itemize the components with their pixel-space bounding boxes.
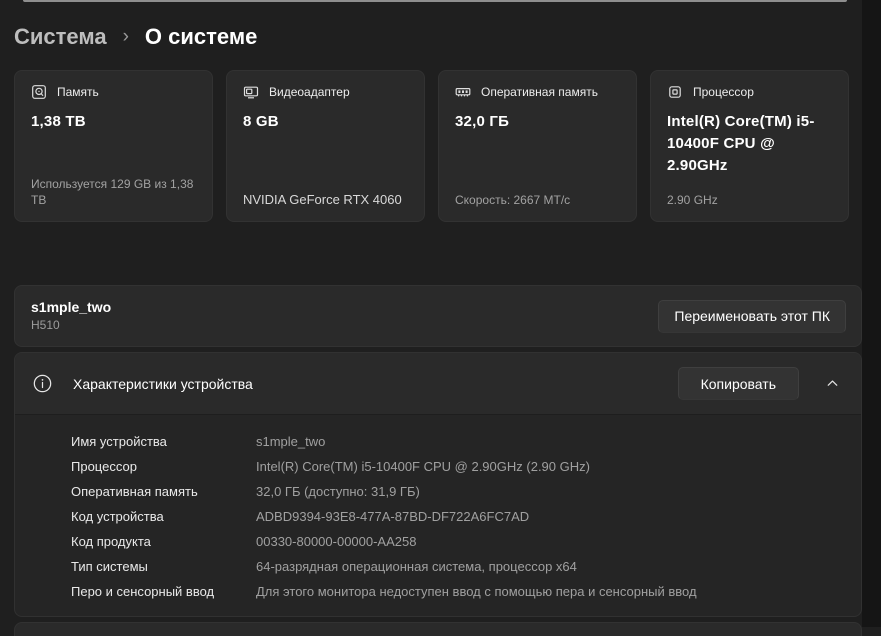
spec-label: Имя устройства [71,434,167,449]
card-storage-header: Память [31,84,196,100]
spec-value: Intel(R) Core(TM) i5-10400F CPU @ 2.90GH… [256,459,590,474]
breadcrumb-system[interactable]: Система [14,24,107,50]
card-ram: Оперативная память 32,0 ГБ Скорость: 266… [438,70,637,222]
table-row: Перо и сенсорный ввод Для этого монитора… [71,579,845,604]
info-icon [33,374,52,393]
card-ram-detail: Скорость: 2667 МТ/с [455,193,571,207]
device-specs-header[interactable]: Характеристики устройства Копировать [15,353,861,414]
card-gpu-header: Видеоадаптер [243,84,408,100]
card-storage-title: Память [57,85,99,99]
table-row: Код продукта 00330-80000-00000-AA258 [71,529,845,554]
device-identity: s1mple_two H510 [31,299,111,333]
device-name-card: s1mple_two H510 Переименовать этот ПК [14,285,862,347]
device-specs-table: Имя устройства s1mple_two Процессор Inte… [15,414,861,616]
cpu-icon [667,84,683,100]
card-gpu-title: Видеоадаптер [269,85,350,99]
spec-value: ADBD9394-93E8-477A-87BD-DF722A6FC7AD [256,509,530,524]
table-row: Оперативная память 32,0 ГБ (доступно: 31… [71,479,845,504]
card-ram-header: Оперативная память [455,84,620,100]
spec-value: Для этого монитора недоступен ввод с пом… [256,584,697,599]
card-storage: Память 1,38 TB Используется 129 GB из 1,… [14,70,213,222]
scrollbar-gutter [862,0,881,627]
spec-value: 00330-80000-00000-AA258 [256,534,417,549]
spec-label: Тип системы [71,559,148,574]
device-specs-title: Характеристики устройства [73,375,253,392]
card-cpu-value: Intel(R) Core(TM) i5-10400F CPU @ 2.90GH… [667,113,815,174]
rename-pc-button[interactable]: Переименовать этот ПК [658,299,846,333]
card-cpu-header: Процессор [667,84,832,100]
chevron-right-icon: › [122,26,129,47]
ram-icon [455,84,471,100]
card-cpu-title: Процессор [693,85,754,99]
table-row: Имя устройства s1mple_two [71,429,845,454]
chevron-up-icon [825,376,840,391]
breadcrumb: Система › О системе [14,0,862,52]
card-cpu: Процессор Intel(R) Core(TM) i5-10400F CP… [650,70,849,222]
spec-label: Код устройства [71,509,164,524]
collapse-expander-button[interactable] [820,372,844,396]
spec-value: 32,0 ГБ (доступно: 31,9 ГБ) [256,484,420,499]
about-system-page: Система › О системе Память 1,38 TB Испол… [14,0,862,636]
spec-label: Перо и сенсорный ввод [71,584,215,599]
table-row: Процессор Intel(R) Core(TM) i5-10400F CP… [71,454,845,479]
device-specs-expander: Характеристики устройства Копировать Имя… [14,352,862,617]
table-row: Тип системы 64-разрядная операционная си… [71,554,845,579]
spec-label: Код продукта [71,534,151,549]
card-ram-value: 32,0 ГБ [455,113,510,130]
spec-label: Процессор [71,459,137,474]
spec-value: s1mple_two [256,434,326,449]
device-name: s1mple_two [31,299,112,315]
copy-button[interactable]: Копировать [677,367,799,400]
card-cpu-detail: 2.90 GHz [667,193,718,207]
card-gpu-detail: NVIDIA GeForce RTX 4060 [243,192,402,207]
storage-icon [31,84,47,100]
card-gpu-value: 8 GB [243,113,279,130]
card-ram-title: Оперативная память [481,85,598,99]
device-model: H510 [31,318,60,332]
page-title: О системе [144,24,258,49]
gpu-icon [243,84,259,100]
table-row: Код устройства ADBD9394-93E8-477A-87BD-D… [71,504,845,529]
spec-label: Оперативная память [71,484,198,499]
card-storage-value: 1,38 TB [31,113,86,130]
spec-value: 64-разрядная операционная система, проце… [256,559,577,574]
card-storage-detail: Используется 129 GB из 1,38 TB [31,177,194,207]
next-section-card-partial [14,622,862,636]
summary-cards-row: Память 1,38 TB Используется 129 GB из 1,… [14,70,862,222]
card-gpu: Видеоадаптер 8 GB NVIDIA GeForce RTX 406… [226,70,425,222]
